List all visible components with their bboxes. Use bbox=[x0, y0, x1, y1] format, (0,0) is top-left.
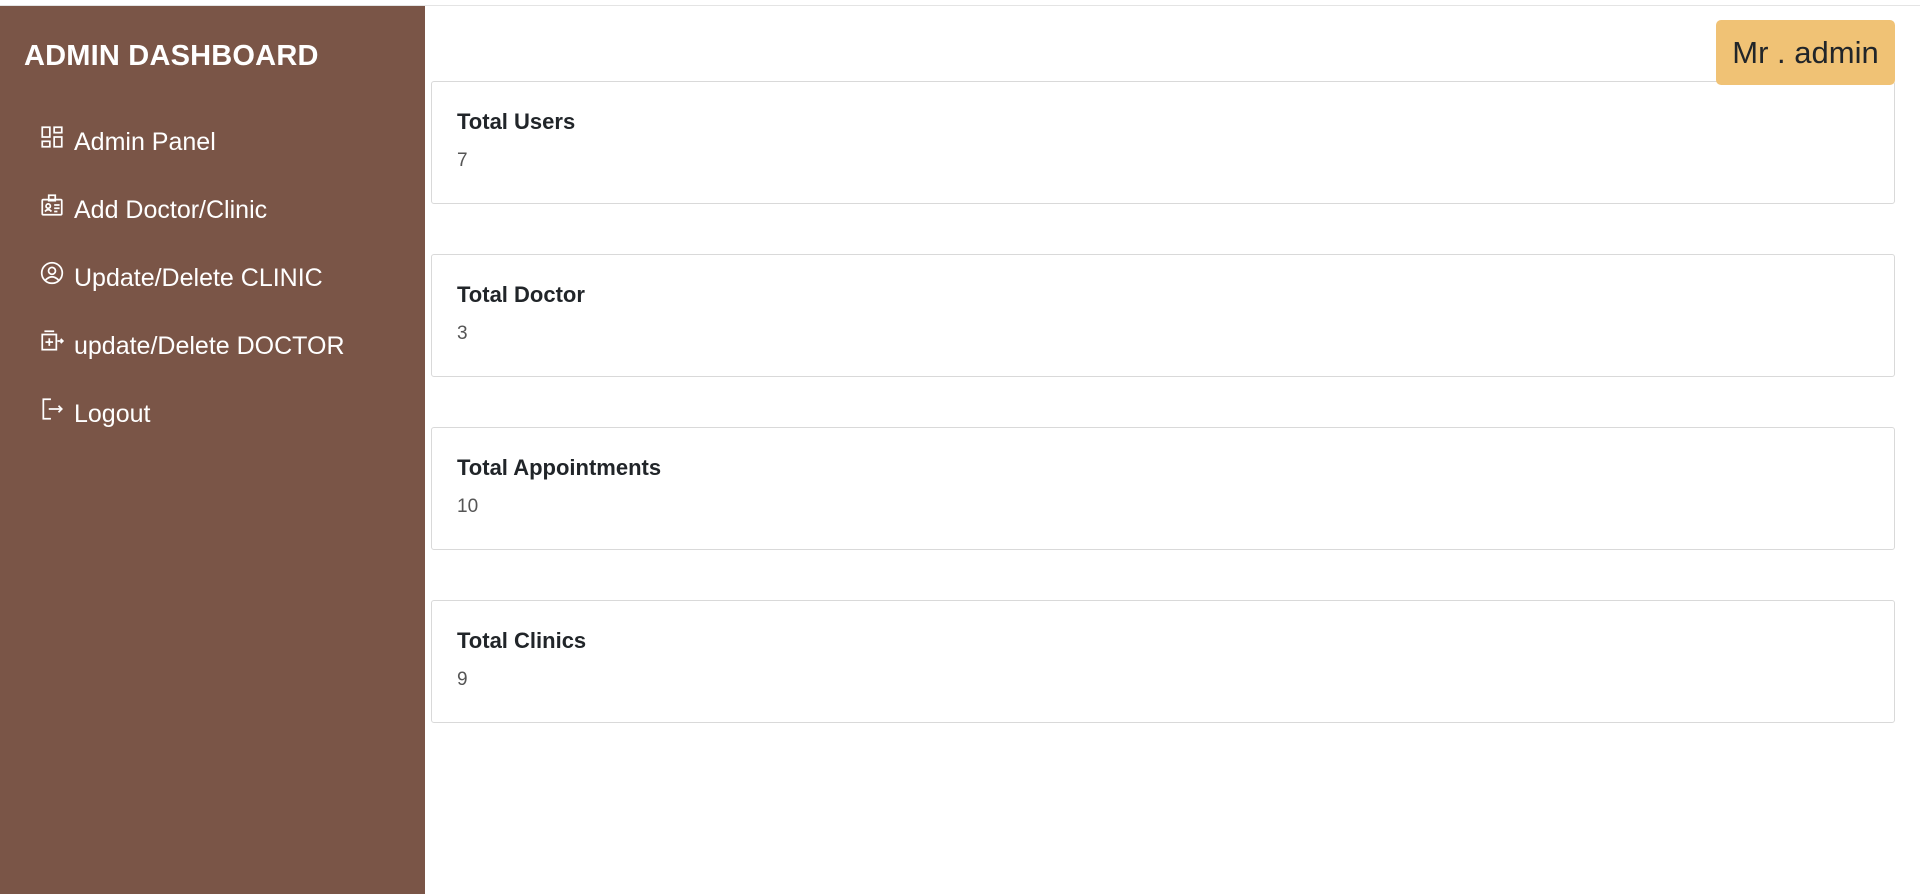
stat-card-title: Total Clinics bbox=[457, 628, 587, 653]
stat-card-total-doctor: Total Doctor 3 bbox=[431, 254, 1895, 377]
stats-cards: Total Users 7 Total Doctor 3 Total Appoi… bbox=[431, 81, 1895, 773]
sidebar-item-label: Update/Delete CLINIC bbox=[74, 264, 323, 292]
app-root: ADMIN DASHBOARD Admin Panel Add Doctor/C… bbox=[0, 0, 1920, 894]
sidebar-item-logout[interactable]: Logout bbox=[38, 380, 345, 448]
stat-card-title: Total Doctor bbox=[457, 282, 585, 307]
hospital-transfer-icon bbox=[38, 328, 66, 356]
user-badge[interactable]: Mr . admin bbox=[1716, 20, 1895, 85]
stat-card-total-appointments: Total Appointments 10 bbox=[431, 427, 1895, 550]
stat-card-value: 7 bbox=[457, 150, 468, 171]
stat-card-total-clinics: Total Clinics 9 bbox=[431, 600, 1895, 723]
sidebar-item-update-delete-doctor[interactable]: update/Delete DOCTOR bbox=[38, 312, 345, 380]
sidebar-item-admin-panel[interactable]: Admin Panel bbox=[38, 108, 345, 176]
stat-card-title: Total Appointments bbox=[457, 455, 662, 480]
id-card-icon bbox=[38, 192, 66, 220]
sidebar-brand: ADMIN DASHBOARD bbox=[24, 40, 319, 72]
stat-card-total-users: Total Users 7 bbox=[431, 81, 1895, 204]
sidebar-item-label: update/Delete DOCTOR bbox=[74, 332, 345, 360]
stat-card-value: 3 bbox=[457, 323, 468, 344]
sidebar-nav: Admin Panel Add Doctor/Clinic Update/Del… bbox=[38, 108, 345, 448]
grid-icon bbox=[38, 124, 66, 152]
stat-card-title: Total Users bbox=[457, 109, 576, 134]
logout-icon bbox=[38, 396, 66, 424]
sidebar-item-label: Add Doctor/Clinic bbox=[74, 196, 268, 224]
sidebar-item-update-delete-clinic[interactable]: Update/Delete CLINIC bbox=[38, 244, 345, 312]
sidebar-item-label: Admin Panel bbox=[74, 128, 216, 156]
sidebar-item-label: Logout bbox=[74, 400, 151, 428]
stat-card-value: 9 bbox=[457, 669, 468, 690]
sidebar: ADMIN DASHBOARD Admin Panel Add Doctor/C… bbox=[0, 6, 425, 894]
sidebar-item-add-doctor-clinic[interactable]: Add Doctor/Clinic bbox=[38, 176, 345, 244]
user-circle-icon bbox=[38, 260, 66, 288]
stat-card-value: 10 bbox=[457, 496, 479, 517]
